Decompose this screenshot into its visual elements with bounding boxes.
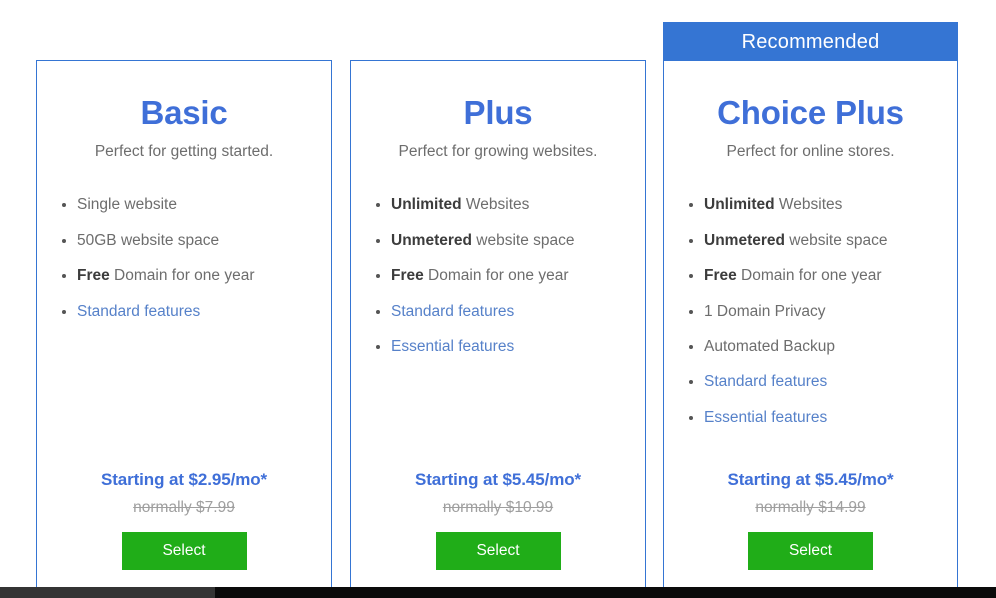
- horizontal-scrollbar[interactable]: [0, 587, 996, 598]
- feature-label: Standard features: [391, 302, 515, 320]
- scrollbar-thumb[interactable]: [0, 587, 215, 598]
- price-current: Starting at $5.45/mo*: [414, 470, 582, 489]
- feature-item: 1 Domain Privacy: [682, 302, 939, 321]
- feature-highlight: Unlimited: [704, 196, 775, 214]
- feature-item[interactable]: Standard features: [369, 302, 627, 321]
- plan-card-body: Plus Perfect for growing websites. Unlim…: [351, 61, 645, 589]
- feature-label: 1 Domain Privacy: [704, 302, 826, 320]
- feature-item: Unmetered website space: [682, 231, 939, 250]
- select-button[interactable]: Select: [435, 532, 561, 570]
- feature-item[interactable]: Essential features: [682, 408, 939, 427]
- plan-tagline: Perfect for online stores.: [726, 143, 895, 161]
- pricing-table: Recommended Basic Perfect for getting st…: [0, 0, 996, 590]
- feature-label: 50GB website space: [77, 231, 220, 249]
- feature-label: Websites: [774, 196, 843, 214]
- feature-item: Unmetered website space: [369, 231, 627, 250]
- feature-label: Essential features: [391, 337, 515, 355]
- feature-highlight: Free: [77, 267, 110, 285]
- plan-title: Choice Plus: [717, 94, 904, 131]
- feature-item[interactable]: Standard features: [682, 372, 939, 391]
- price-block: Starting at $5.45/mo* normally $10.99 Se…: [369, 470, 627, 589]
- feature-item: 50GB website space: [55, 231, 313, 250]
- price-original: normally $7.99: [133, 499, 235, 516]
- plan-card-choice-plus[interactable]: Choice Plus Perfect for online stores. U…: [663, 60, 958, 590]
- plan-title: Basic: [140, 94, 228, 131]
- feature-item: Automated Backup: [682, 337, 939, 356]
- feature-label: Domain for one year: [423, 267, 569, 285]
- feature-highlight: Free: [391, 267, 424, 285]
- feature-highlight: Unmetered: [391, 231, 472, 249]
- feature-item: Free Domain for one year: [55, 266, 313, 285]
- feature-list: Single website 50GB website space Free Dom…: [55, 195, 313, 470]
- price-current: Starting at $5.45/mo*: [727, 470, 894, 489]
- feature-highlight: Unlimited: [391, 196, 462, 214]
- feature-label: Websites: [461, 196, 530, 214]
- feature-label: Single website: [77, 196, 177, 214]
- price-block: Starting at $2.95/mo* normally $7.99 Sel…: [55, 470, 313, 589]
- feature-label: website space: [471, 231, 575, 249]
- feature-list: Unlimited Websites Unmetered website spac…: [369, 195, 627, 470]
- plan-tagline: Perfect for getting started.: [94, 143, 274, 161]
- plan-tagline: Perfect for growing websites.: [398, 143, 598, 161]
- select-button[interactable]: Select: [121, 532, 247, 570]
- feature-item: Unlimited Websites: [682, 195, 939, 214]
- price-original: normally $14.99: [755, 499, 866, 516]
- feature-item: Unlimited Websites: [369, 195, 627, 214]
- feature-item: Free Domain for one year: [682, 266, 939, 285]
- price-current: Starting at $2.95/mo*: [100, 470, 268, 489]
- feature-label: Automated Backup: [704, 337, 835, 355]
- recommended-badge: Recommended: [663, 22, 958, 62]
- feature-label: Essential features: [704, 408, 828, 426]
- feature-list: Unlimited Websites Unmetered website spac…: [682, 195, 939, 470]
- feature-item[interactable]: Essential features: [369, 337, 627, 356]
- plan-card-body: Choice Plus Perfect for online stores. U…: [664, 61, 957, 589]
- feature-highlight: Free: [704, 267, 737, 285]
- select-button[interactable]: Select: [748, 532, 873, 570]
- feature-item: Free Domain for one year: [369, 266, 627, 285]
- feature-highlight: Unmetered: [704, 231, 785, 249]
- plan-card-basic[interactable]: Basic Perfect for getting started. Singl…: [36, 60, 332, 590]
- feature-label: Domain for one year: [109, 267, 255, 285]
- feature-item: Single website: [55, 195, 313, 214]
- feature-label: Standard features: [704, 373, 828, 391]
- feature-label: website space: [784, 231, 888, 249]
- plan-card-plus[interactable]: Plus Perfect for growing websites. Unlim…: [350, 60, 646, 590]
- price-original: normally $10.99: [442, 499, 554, 516]
- feature-label: Standard features: [77, 302, 201, 320]
- plan-title: Plus: [463, 94, 533, 131]
- price-block: Starting at $5.45/mo* normally $14.99 Se…: [682, 470, 939, 589]
- plan-card-body: Basic Perfect for getting started. Singl…: [37, 61, 331, 589]
- feature-item[interactable]: Standard features: [55, 302, 313, 321]
- feature-label: Domain for one year: [736, 267, 882, 285]
